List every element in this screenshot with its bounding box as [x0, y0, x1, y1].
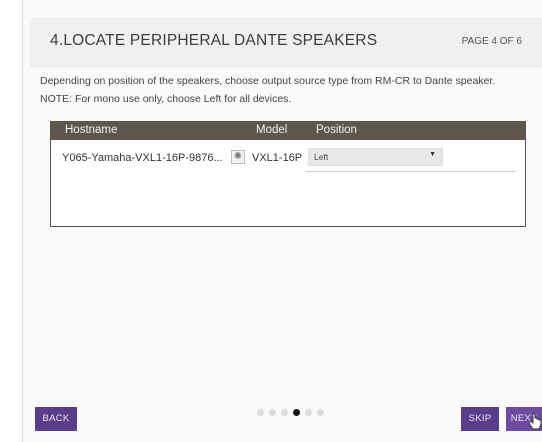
- column-header-model: Model: [256, 124, 288, 136]
- page-title: 4.LOCATE PERIPHERAL DANTE SPEAKERS: [50, 32, 378, 49]
- column-header-position: Position: [316, 124, 357, 136]
- model-cell: VXL1-16P: [252, 152, 303, 164]
- instruction-text: Depending on position of the speakers, c…: [40, 75, 496, 87]
- position-select-value: Left: [314, 152, 329, 162]
- identify-icon[interactable]: ✺: [231, 150, 245, 164]
- table-row: Y065-Yamaha-VXL1-16P-9876... ✺ VXL1-16P …: [51, 140, 525, 174]
- page-dot[interactable]: [317, 409, 324, 416]
- page-dot[interactable]: [293, 409, 300, 416]
- speaker-table: Hostname Model Position Y065-Yamaha-VXL1…: [50, 121, 526, 227]
- row-divider: [306, 171, 516, 172]
- hand-cursor-icon: [528, 413, 542, 430]
- chevron-down-icon: ▼: [429, 151, 436, 158]
- page-dot[interactable]: [305, 409, 312, 416]
- table-header: Hostname Model Position: [51, 122, 525, 140]
- column-header-hostname: Hostname: [65, 124, 118, 136]
- hostname-cell: Y065-Yamaha-VXL1-16P-9876...: [62, 152, 223, 164]
- instructions: Depending on position of the speakers, c…: [40, 72, 530, 108]
- page-dot[interactable]: [281, 409, 288, 416]
- wizard-header: 4.LOCATE PERIPHERAL DANTE SPEAKERS PAGE …: [30, 18, 542, 67]
- page-dot[interactable]: [269, 409, 276, 416]
- page-indicator: PAGE 4 OF 6: [461, 36, 522, 47]
- instruction-note: NOTE: For mono use only, choose Left for…: [40, 93, 292, 105]
- position-select[interactable]: Left ▼: [308, 148, 443, 166]
- skip-button[interactable]: SKIP: [461, 407, 499, 431]
- page-dot[interactable]: [257, 409, 264, 416]
- back-button[interactable]: BACK: [35, 407, 77, 431]
